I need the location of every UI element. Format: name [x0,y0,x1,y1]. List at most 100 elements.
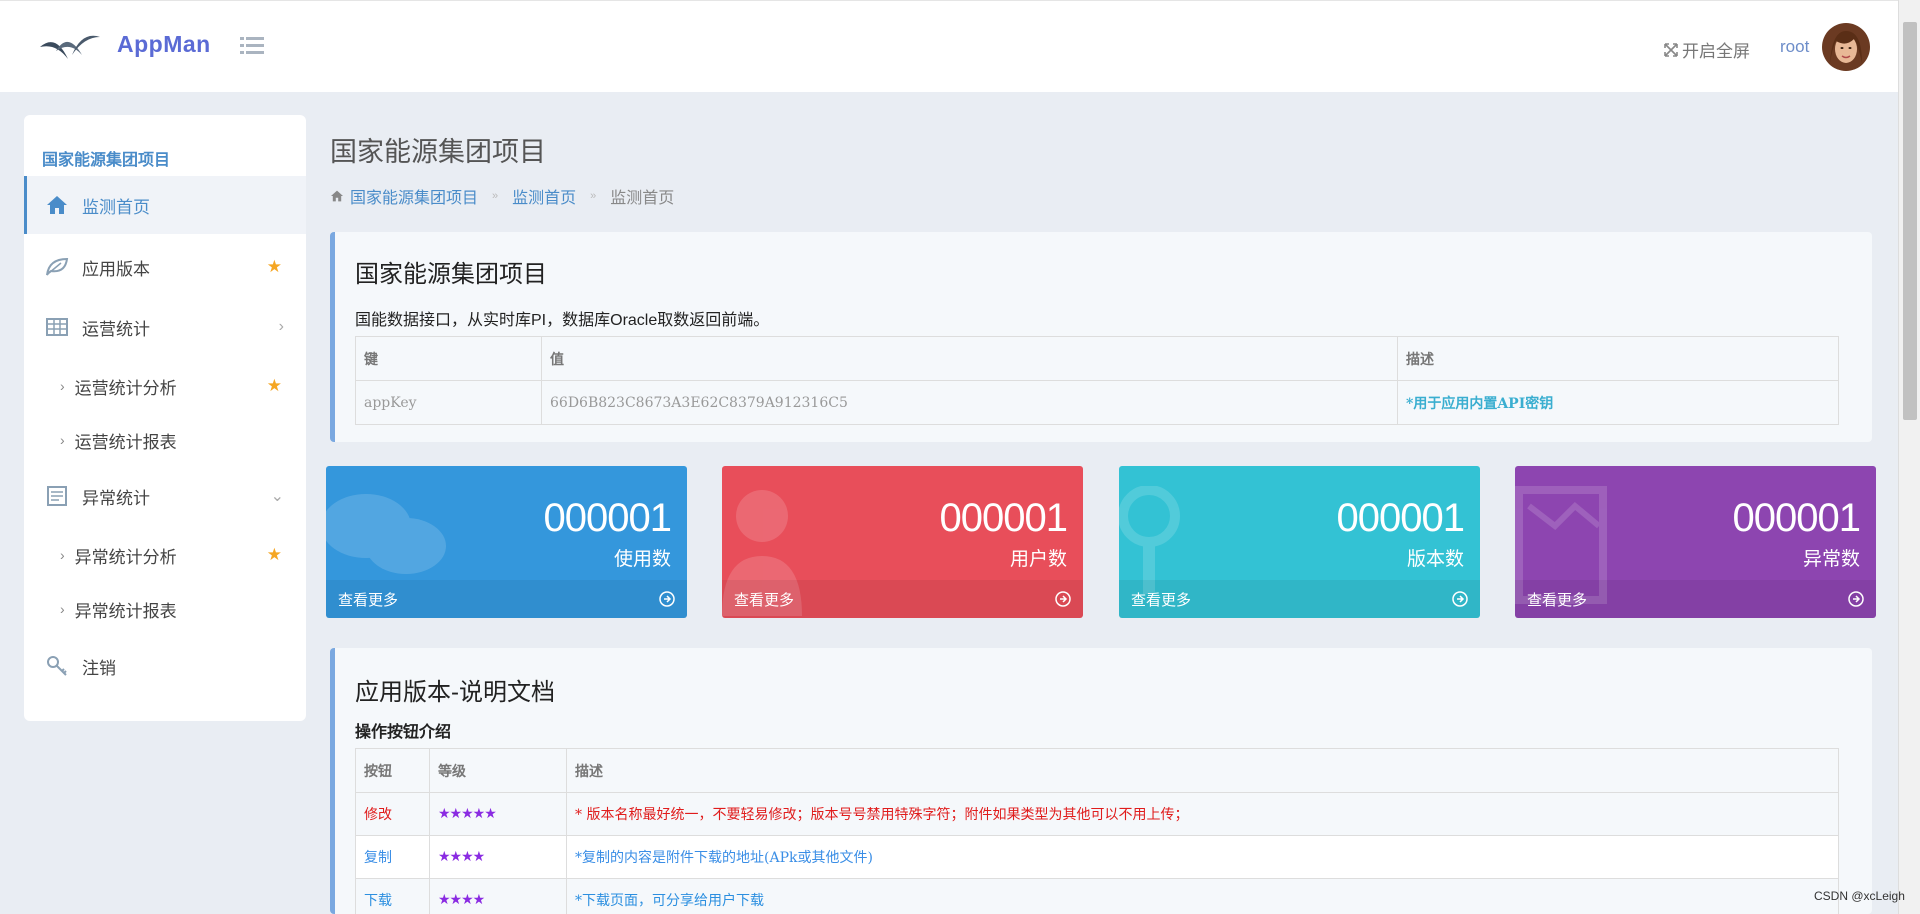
panel-title: 应用版本-说明文档 [355,679,555,706]
table-cell: *用于应用内置API密钥 [1397,380,1839,425]
panel-description: 国能数据接口，从实时库PI，数据库Oracle取数返回前端。 [355,312,770,329]
stat-tile-exceptions: 000001 异常数 查看更多 [1515,466,1876,618]
button-doc-table: 按钮 等级 描述 修改 ★★★★★ * 版本名称最好统一，不要轻易修改；版本号号… [355,748,1839,914]
stat-tile-users: 000001 用户数 查看更多 [722,466,1083,618]
fullscreen-button[interactable]: 开启全屏 [1664,37,1750,62]
expand-icon [1664,42,1678,57]
table-cell: 下载 [355,878,430,914]
key-icon [44,653,70,679]
table-cell: 修改 [355,792,430,836]
breadcrumb-link-monitor[interactable]: 监测首页 [512,184,576,208]
sidebar-item-operation-stats[interactable]: 运营统计 › [24,298,306,356]
table-row: appKey 66D6B823C8673A3E62C8379A912316C5 … [355,380,1839,425]
rating-stars: ★★★★ [429,878,567,914]
stat-value: 000001 [543,496,672,540]
view-more-link[interactable]: 查看更多 [326,580,687,618]
table-icon [44,314,70,340]
view-more-link[interactable]: 查看更多 [1119,580,1480,618]
stat-value: 000001 [1336,496,1465,540]
sidebar-subitem-operation-analysis[interactable]: › 运营统计分析 ★ [24,364,306,408]
view-more-label: 查看更多 [734,591,795,609]
stat-tile-usage: 000001 使用数 查看更多 [326,466,687,618]
stat-label: 使用数 [613,549,671,570]
column-header: 值 [541,336,1398,381]
column-header: 键 [355,336,542,381]
rating-stars: ★★★★ [429,835,567,879]
sidebar-item-label: 异常统计分析 [74,547,177,567]
table-row: 复制 ★★★★ *复制的内容是附件下载的地址(APk或其他文件) [355,835,1839,879]
rating-stars: ★★★★★ [429,792,567,836]
sidebar-item-monitor-home[interactable]: 监测首页 [24,176,306,234]
app-version-doc-panel: 应用版本-说明文档 操作按钮介绍 按钮 等级 描述 修改 ★★★★★ * 版本名… [330,648,1872,914]
sidebar-item-label: 运营统计报表 [74,432,177,452]
stat-label: 用户数 [1009,549,1067,570]
panel-title: 国家能源集团项目 [355,261,547,288]
sidebar-item-label: 运营统计 [82,319,150,339]
user-avatar[interactable] [1822,23,1870,71]
sidebar: 国家能源集团项目 监测首页 应用版本 ★ 运营统计 › › 运营统计分析 ★ ›… [24,115,306,721]
breadcrumb-current: 监测首页 [610,190,675,207]
sidebar-item-label: 异常统计报表 [74,601,177,621]
sidebar-item-logout[interactable]: 注销 [24,637,306,695]
page-scrollbar[interactable] [1898,0,1920,914]
star-icon: ★ [266,545,282,564]
page-title: 国家能源集团项目 [330,137,546,167]
sidebar-item-label: 监测首页 [82,197,150,217]
view-more-label: 查看更多 [1527,591,1588,609]
table-row: 下载 ★★★★ *下载页面，可分享给用户下载 [355,878,1839,914]
sidebar-title: 国家能源集团项目 [42,152,171,169]
breadcrumb: 国家能源集团项目 » 监测首页 » 监测首页 [330,184,674,208]
table-cell: *下载页面，可分享给用户下载 [566,878,1839,914]
stat-value: 000001 [939,496,1068,540]
chevron-right-icon: › [60,378,65,394]
username-link[interactable]: root [1780,37,1809,57]
table-row: 修改 ★★★★★ * 版本名称最好统一，不要轻易修改；版本号号禁用特殊字符；附件… [355,792,1839,836]
sidebar-subitem-operation-report[interactable]: › 运营统计报表 [24,418,306,462]
chevron-right-icon: › [60,547,65,563]
sidebar-subitem-exception-analysis[interactable]: › 异常统计分析 ★ [24,533,306,577]
sidebar-item-label: 运营统计分析 [74,378,177,398]
home-icon [44,192,70,218]
project-info-panel: 国家能源集团项目 国能数据接口，从实时库PI，数据库Oracle取数返回前端。 … [330,232,1872,442]
column-header: 描述 [566,748,1839,793]
arrow-circle-right-icon [1848,591,1864,607]
home-icon [331,190,343,202]
breadcrumb-separator: » [492,190,499,202]
arrow-circle-right-icon [1055,591,1071,607]
panel-subtitle: 操作按钮介绍 [355,724,452,741]
watermark: CSDN @xcLeigh [1814,889,1905,903]
top-header: AppMan 开启全屏 root [0,0,1898,92]
sidebar-item-exception-stats[interactable]: 异常统计 ⌄ [24,467,306,525]
view-more-link[interactable]: 查看更多 [722,580,1083,618]
stat-label: 版本数 [1406,549,1464,570]
table-cell: * 版本名称最好统一，不要轻易修改；版本号号禁用特殊字符；附件如果类型为其他可以… [566,792,1839,836]
list-icon [44,483,70,509]
table-cell: appKey [355,380,542,425]
arrow-circle-right-icon [659,591,675,607]
sidebar-item-label: 应用版本 [82,259,150,279]
stat-value: 000001 [1732,496,1861,540]
key-value-table: 键 值 描述 appKey 66D6B823C8673A3E62C8379A91… [355,336,1839,425]
leaf-icon [44,254,70,280]
chevron-right-icon: › [60,601,65,617]
sidebar-item-app-version[interactable]: 应用版本 ★ [24,238,306,296]
chevron-right-icon: › [60,432,65,448]
scrollbar-thumb[interactable] [1903,22,1917,420]
view-more-link[interactable]: 查看更多 [1515,580,1876,618]
column-header: 描述 [1397,336,1839,381]
table-cell: 66D6B823C8673A3E62C8379A912316C5 [541,380,1398,425]
table-cell: *复制的内容是附件下载的地址(APk或其他文件) [566,835,1839,879]
star-icon: ★ [266,376,282,395]
logo-text: AppMan [117,31,211,57]
arrow-circle-right-icon [1452,591,1468,607]
breadcrumb-link-project[interactable]: 国家能源集团项目 [350,184,478,208]
table-cell: 复制 [355,835,430,879]
chevron-right-icon: › [278,318,284,335]
sidebar-item-label: 异常统计 [82,488,150,508]
sidebar-subitem-exception-report[interactable]: › 异常统计报表 [24,587,306,631]
view-more-label: 查看更多 [338,591,399,609]
fullscreen-label: 开启全屏 [1682,42,1750,61]
column-header: 按钮 [355,748,430,793]
column-header: 等级 [429,748,567,793]
menu-toggle-icon[interactable] [240,36,264,56]
